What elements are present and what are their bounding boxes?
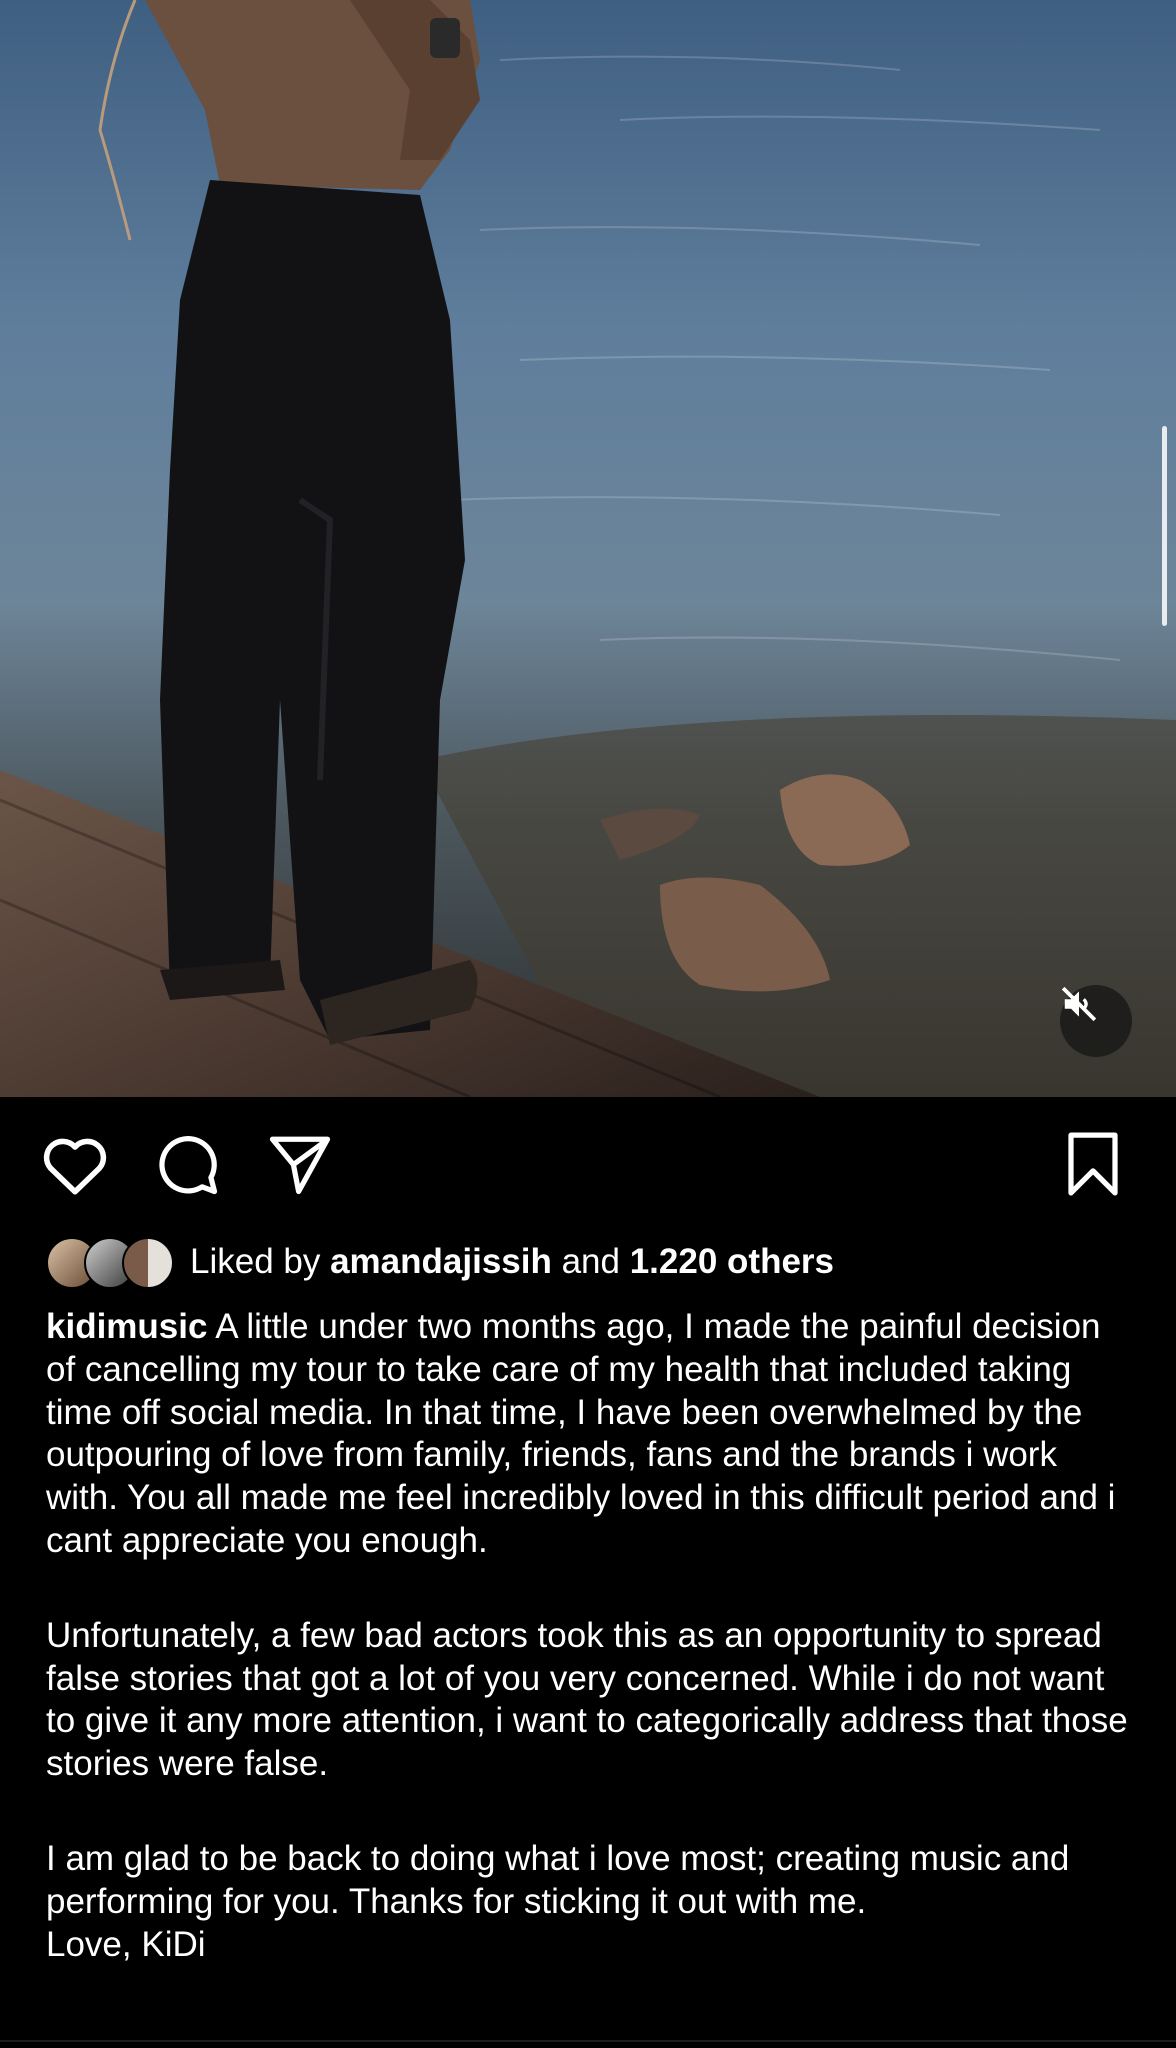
liker-avatars (46, 1236, 176, 1289)
likes-count[interactable]: 1.220 others (630, 1242, 834, 1282)
avatar (122, 1237, 174, 1289)
bookmark-icon (1068, 1132, 1118, 1196)
speaker-muted-icon (1061, 986, 1097, 1022)
post-video[interactable] (0, 0, 1176, 1097)
likes-connector: and (551, 1242, 630, 1281)
send-icon (269, 1136, 331, 1195)
post-caption: kidimusic A little under two months ago,… (46, 1306, 1136, 2018)
comment-icon (159, 1136, 218, 1195)
comment-button[interactable] (154, 1131, 220, 1197)
caption-text: A little under two months ago, I made th… (46, 1307, 1116, 1560)
share-button[interactable] (266, 1131, 334, 1197)
caption-paragraph: Unfortunately, a few bad actors took thi… (46, 1615, 1128, 1784)
like-button[interactable] (40, 1131, 110, 1197)
save-button[interactable] (1064, 1131, 1122, 1197)
likes-summary[interactable]: Liked by amandajissih and 1.220 others (46, 1236, 834, 1289)
video-frame (0, 0, 1176, 1097)
scroll-indicator[interactable] (1162, 426, 1167, 626)
mute-button[interactable] (1060, 985, 1132, 1057)
caption-username[interactable]: kidimusic (46, 1307, 207, 1346)
caption-paragraph: I am glad to be back to doing what i lov… (46, 1838, 1070, 1964)
post-action-bar (0, 1097, 1176, 1237)
divider (0, 2040, 1176, 2042)
caption-paragraph: kidimusic A little under two months ago,… (46, 1306, 1136, 1563)
heart-icon (43, 1138, 107, 1195)
likes-prefix: Liked by (190, 1242, 331, 1281)
liker-username[interactable]: amandajissih (330, 1242, 552, 1282)
